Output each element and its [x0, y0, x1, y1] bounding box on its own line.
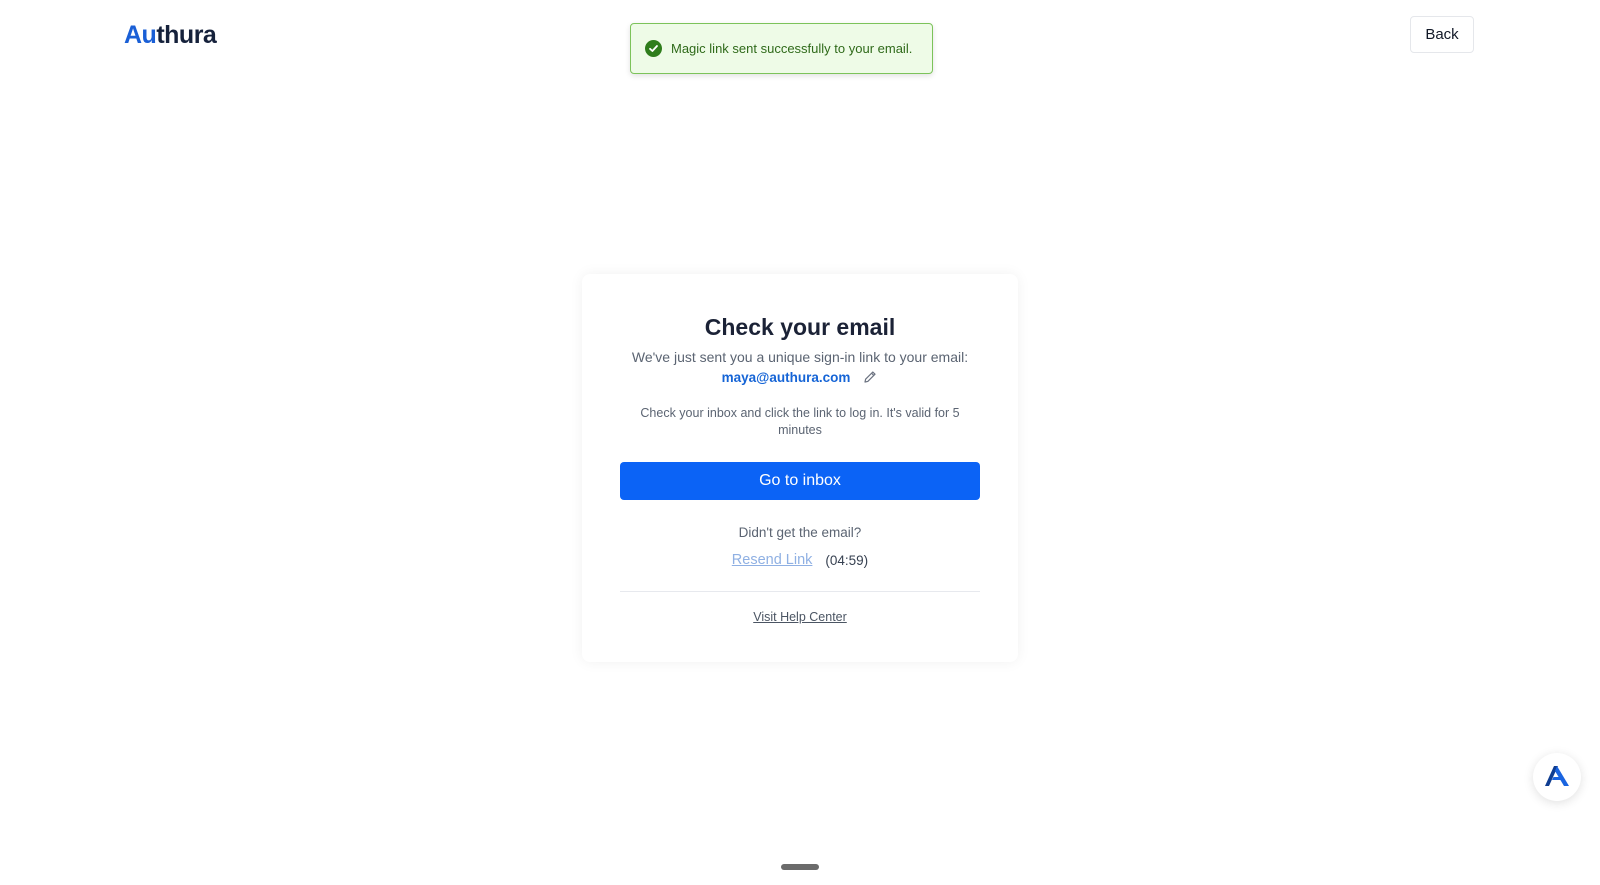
authura-logo[interactable]: Authura	[124, 20, 217, 50]
email-row: maya@authura.com	[582, 369, 1018, 385]
page-title: Check your email	[704, 314, 896, 340]
chat-widget-button[interactable]	[1533, 753, 1581, 801]
logo-accent-text: Au	[124, 20, 157, 49]
resend-link[interactable]: Resend Link	[732, 552, 813, 568]
resend-timer: (04:59)	[825, 552, 869, 568]
divider	[620, 591, 980, 592]
chat-widget-icon	[1544, 763, 1570, 792]
email-address: maya@authura.com	[721, 369, 851, 385]
check-circle-icon	[645, 40, 662, 57]
validity-note: Check your inbox and click the link to l…	[640, 406, 960, 437]
pencil-icon[interactable]	[862, 369, 878, 385]
go-to-inbox-button[interactable]: Go to inbox	[620, 462, 980, 500]
success-toast: Magic link sent successfully to your ema…	[630, 23, 933, 74]
back-button[interactable]: Back	[1410, 16, 1474, 53]
toast-message: Magic link sent successfully to your ema…	[671, 41, 913, 56]
home-indicator	[781, 864, 819, 870]
page: Authura Magic link sent successfully to …	[0, 0, 1600, 885]
resend-row: Resend Link (04:59)	[582, 552, 1018, 568]
check-email-card: Check your email We've just sent you a u…	[582, 274, 1018, 662]
help-center-link[interactable]: Visit Help Center	[582, 610, 1018, 624]
card-subtitle: We've just sent you a unique sign-in lin…	[631, 349, 969, 365]
logo-rest-text: thura	[156, 20, 217, 49]
logo-text: Authura	[124, 20, 217, 50]
didnt-get-email-text: Didn't get the email?	[738, 525, 862, 540]
